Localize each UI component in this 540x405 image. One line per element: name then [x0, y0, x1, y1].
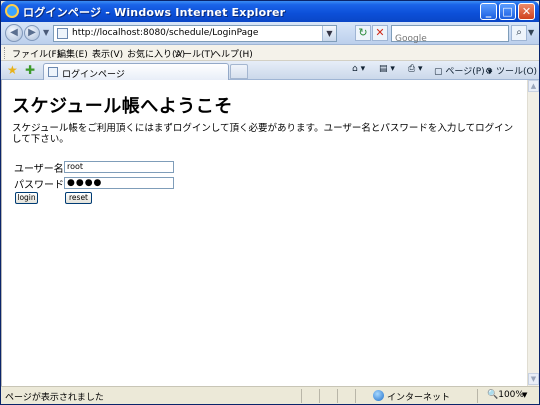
menu-file[interactable]: ファイル(F) [12, 47, 60, 60]
page-menu[interactable]: ▢ ページ(P) ▾ [434, 64, 492, 77]
scroll-down-icon[interactable]: ▼ [528, 373, 539, 385]
zoom-dropdown-icon[interactable]: ▼ [522, 391, 527, 399]
status-bar: ページが表示されました インターネット 🔍100% ▼ [1, 386, 539, 404]
page-title: スケジュール帳へようこそ [12, 96, 233, 117]
address-input[interactable]: http://localhost:8080/schedule/LoginPage… [53, 25, 337, 42]
toolbar-grip [4, 47, 7, 59]
page-content: スケジュール帳へようこそ スケジュール帳をご利用頂くにはまずログインして頂く必要… [1, 80, 527, 386]
browser-window: ログインページ - Windows Internet Explorer _ □ … [0, 0, 540, 405]
zoom-level[interactable]: 🔍100% [487, 390, 524, 400]
zoom-value: 100% [498, 390, 524, 400]
search-box[interactable] [391, 25, 509, 47]
page-icon [48, 67, 58, 77]
tab-login-page[interactable]: ログインページ [43, 63, 229, 80]
login-button[interactable]: login [15, 192, 38, 204]
forward-arrow-icon[interactable]: ▶ [24, 25, 40, 41]
scroll-up-icon[interactable]: ▲ [528, 80, 539, 92]
favorites-star-icon[interactable]: ★ [7, 63, 18, 77]
refresh-icon[interactable]: ↻ [355, 25, 371, 41]
title-bar: ログインページ - Windows Internet Explorer _ □ … [1, 1, 539, 22]
security-zone: インターネット [387, 393, 451, 403]
globe-icon [373, 390, 384, 401]
menu-bar: ファイル(F) 編集(E) 表示(V) お気に入り(A) ツール(T) ヘルプ(… [1, 45, 539, 61]
print-icon[interactable]: ⎙ ▾ [408, 64, 423, 74]
maximize-button[interactable]: □ [499, 3, 516, 20]
menu-help[interactable]: ヘルプ(H) [212, 47, 253, 60]
new-tab-button[interactable] [230, 64, 248, 79]
home-icon[interactable]: ⌂ ▾ [352, 64, 365, 74]
tools-menu[interactable]: ⚙ ツール(O) ▾ [485, 64, 540, 77]
reset-button[interactable]: reset [65, 192, 92, 204]
add-favorites-icon[interactable]: ✚ [25, 63, 35, 77]
intro-text: スケジュール帳をご利用頂くにはまずログインして頂く必要があります。ユーザー名とパ… [12, 123, 514, 145]
tools-menu-label: ツール(O) [495, 67, 538, 77]
page-icon [57, 28, 68, 39]
tab-bar: ★ ✚ ログインページ ⌂ ▾ ▤ ▾ ⎙ ▾ ▢ ページ(P) ▾ ⚙ ツール… [1, 61, 540, 80]
url-text: http://localhost:8080/schedule/LoginPage [72, 28, 259, 38]
status-divider [301, 389, 302, 403]
address-toolbar: ◀ ▶ ▼ http://localhost:8080/schedule/Log… [1, 22, 539, 47]
tab-label: ログインページ [62, 70, 125, 80]
stop-icon[interactable]: ✕ [372, 25, 388, 41]
feeds-icon[interactable]: ▤ ▾ [379, 64, 395, 74]
window-title: ログインページ - Windows Internet Explorer [23, 6, 286, 19]
username-label: ユーザー名 [14, 164, 64, 175]
history-dropdown-icon[interactable]: ▼ [43, 28, 49, 37]
vertical-scrollbar[interactable]: ▲ ▼ [527, 80, 539, 386]
address-dropdown-icon[interactable]: ▼ [322, 26, 336, 41]
password-label: パスワード [14, 180, 64, 191]
menu-tools[interactable]: ツール(T) [174, 47, 214, 60]
ie-logo-icon [5, 4, 19, 18]
status-divider [337, 389, 338, 403]
password-field[interactable]: ●●●● [64, 177, 174, 189]
status-divider [355, 389, 356, 403]
menu-view[interactable]: 表示(V) [92, 47, 123, 60]
search-dropdown-icon[interactable]: ▼ [528, 28, 534, 37]
back-arrow-icon[interactable]: ◀ [5, 24, 23, 42]
status-divider [477, 389, 478, 403]
username-field[interactable]: root [64, 161, 174, 173]
search-icon[interactable]: ⌕ [511, 25, 527, 41]
status-text: ページが表示されました [5, 393, 104, 403]
status-divider [319, 389, 320, 403]
minimize-button[interactable]: _ [480, 3, 497, 20]
page-menu-label: ページ(P) [445, 67, 485, 77]
close-button[interactable]: ✕ [518, 3, 535, 20]
menu-edit[interactable]: 編集(E) [57, 47, 88, 60]
